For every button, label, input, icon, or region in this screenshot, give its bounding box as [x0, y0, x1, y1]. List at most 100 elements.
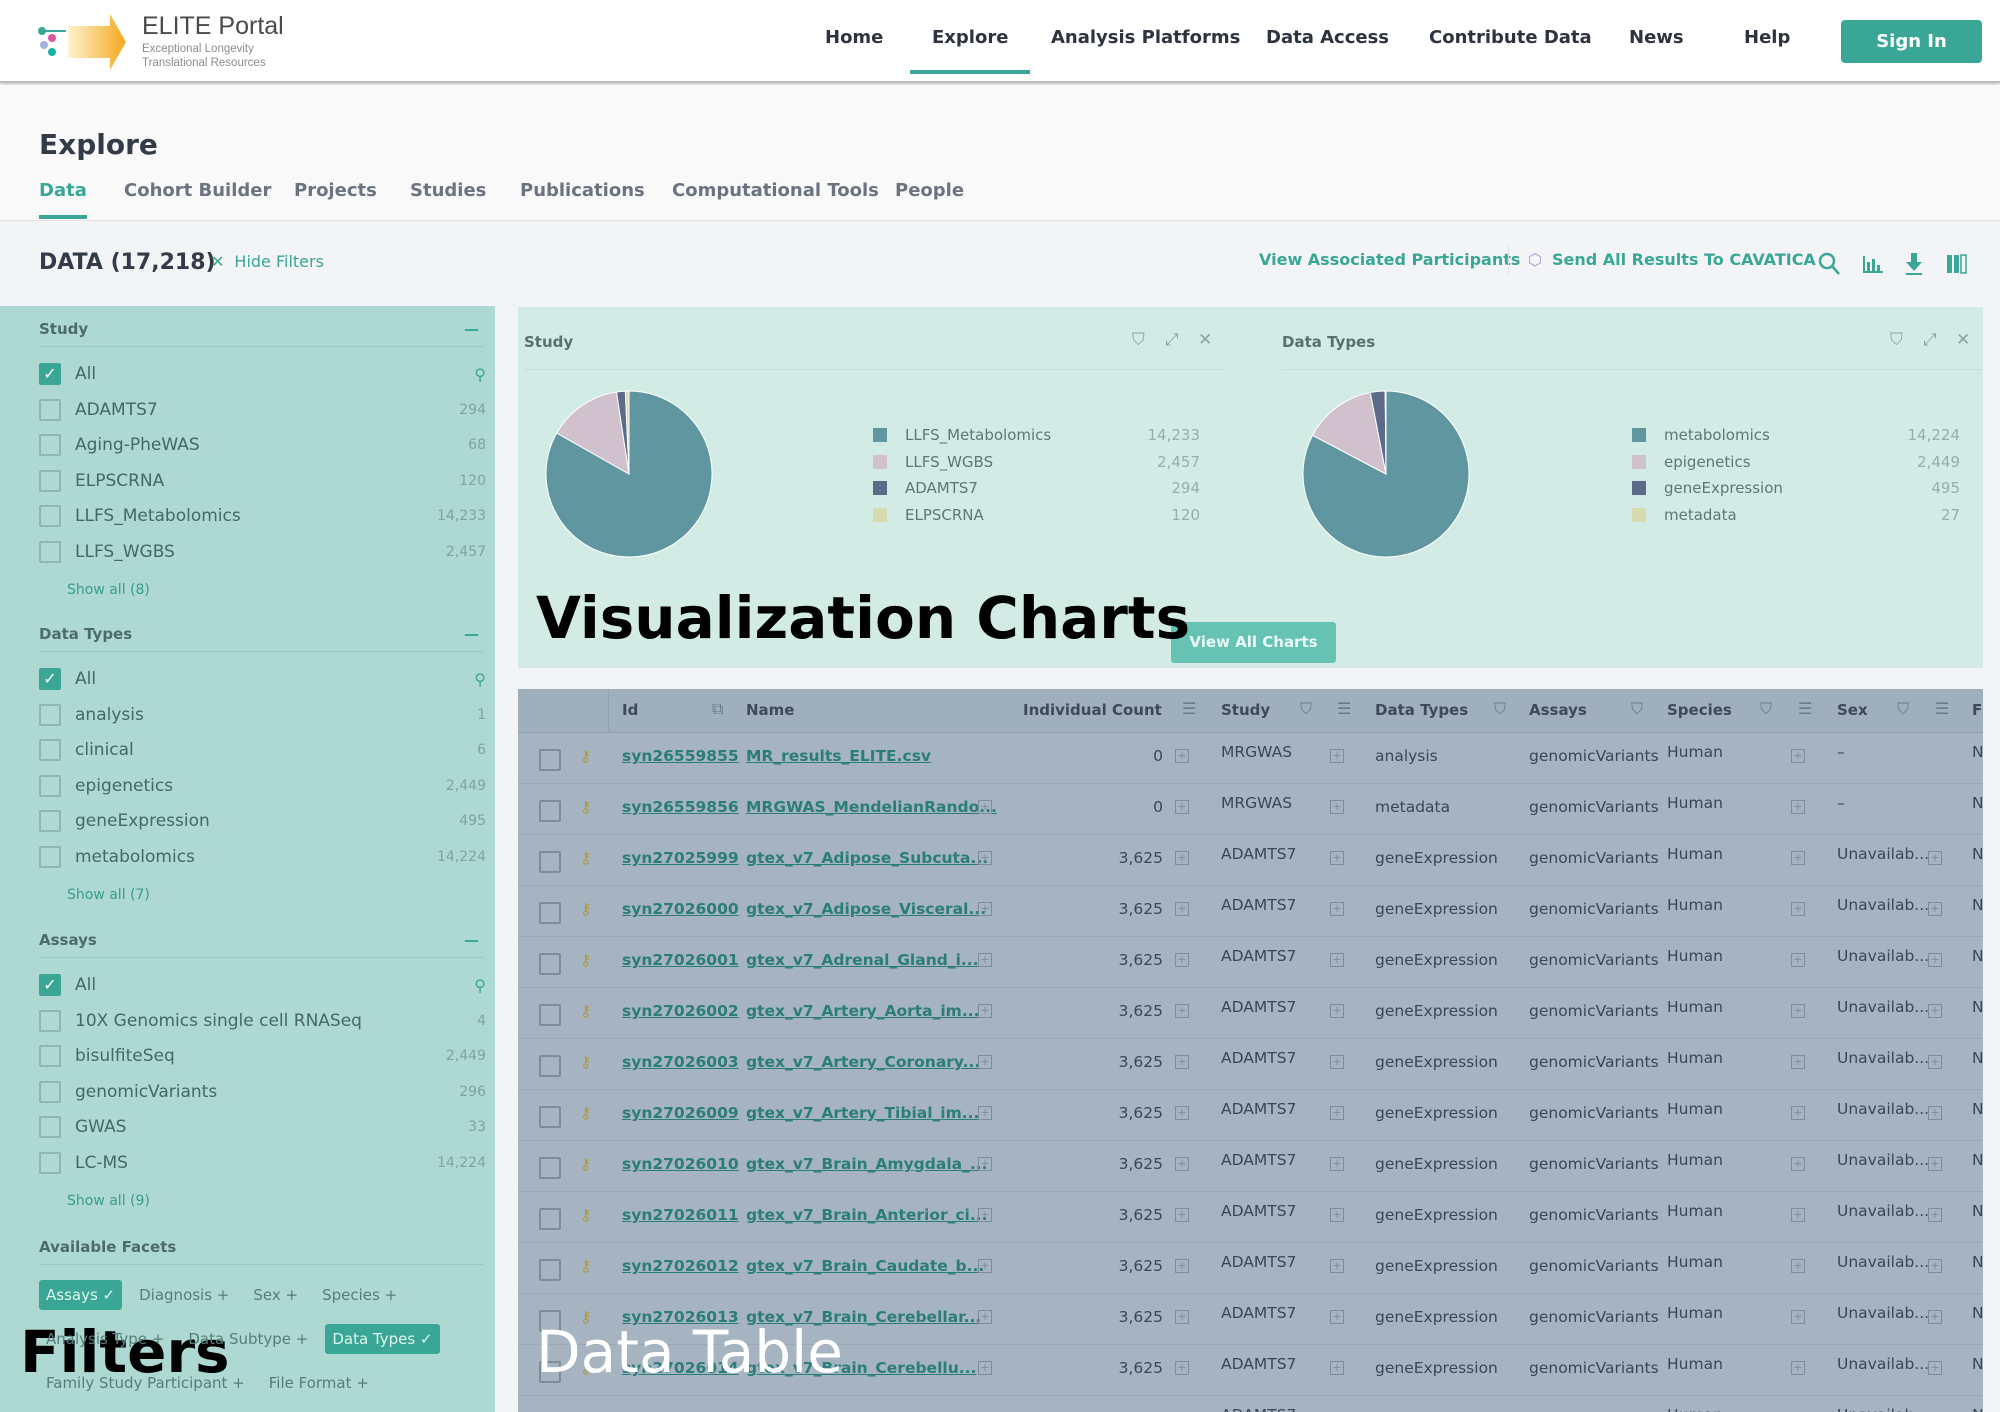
checkbox[interactable]: [39, 469, 61, 492]
file-name-link[interactable]: gtex_v7_Brain_Caudate_b...: [746, 1257, 984, 1275]
search-icon[interactable]: ⚲: [474, 365, 486, 384]
close-icon[interactable]: ✕: [1956, 330, 1970, 350]
column-header-name[interactable]: Name: [746, 701, 794, 719]
row-checkbox[interactable]: [539, 851, 561, 873]
file-name-link[interactable]: gtex_v7_Adipose_Subcuta...: [746, 849, 988, 867]
expand-icon[interactable]: +: [1928, 953, 1942, 967]
file-id-link[interactable]: syn27026003: [622, 1053, 739, 1071]
checkbox[interactable]: [39, 1045, 61, 1068]
file-name-link[interactable]: MRGWAS_MendelianRando...: [746, 798, 997, 816]
column-header-species[interactable]: Species: [1667, 701, 1732, 719]
sort-icon[interactable]: ☰: [1337, 699, 1351, 718]
expand-icon[interactable]: +: [978, 1055, 992, 1069]
file-id-link[interactable]: syn27026011: [622, 1206, 739, 1224]
show-all-link[interactable]: Show all (9): [67, 1193, 150, 1209]
expand-icon[interactable]: +: [1791, 1259, 1805, 1273]
search-icon[interactable]: [1818, 252, 1840, 276]
tab-cohort-builder[interactable]: Cohort Builder: [124, 180, 271, 201]
file-id-link[interactable]: syn27026009: [622, 1104, 739, 1122]
table-row[interactable]: ⚷ syn27025999 gtex_v7_Adipose_Subcuta... +3…: [518, 835, 1983, 886]
checkbox[interactable]: ✓: [39, 363, 61, 385]
expand-icon[interactable]: +: [1175, 1004, 1189, 1018]
filter-option[interactable]: Aging-PheWAS 68: [39, 427, 486, 463]
file-id-link[interactable]: syn26559855: [622, 747, 739, 765]
legend-item[interactable]: epigenetics 2,449: [1632, 453, 1960, 471]
table-row[interactable]: ⚷ syn27026009 gtex_v7_Artery_Tibial_im... +…: [518, 1090, 1983, 1141]
filter-option[interactable]: clinical 6: [39, 732, 486, 768]
nav-home[interactable]: Home: [825, 27, 883, 48]
tab-people[interactable]: People: [895, 180, 964, 201]
expand-icon[interactable]: +: [1928, 1259, 1942, 1273]
nav-news[interactable]: News: [1629, 27, 1684, 48]
facet-chip[interactable]: Data Subtype +: [181, 1324, 315, 1354]
expand-icon[interactable]: +: [1175, 851, 1189, 865]
expand-icon[interactable]: +: [1928, 1310, 1942, 1324]
legend-item[interactable]: metabolomics 14,224: [1632, 426, 1960, 444]
tab-data[interactable]: Data: [39, 180, 87, 219]
checkbox[interactable]: [39, 774, 61, 797]
checkbox[interactable]: [39, 703, 61, 726]
columns-icon[interactable]: [1946, 254, 1968, 274]
row-checkbox[interactable]: [539, 1208, 561, 1230]
file-name-link[interactable]: gtex_v7_Artery_Tibial_im...: [746, 1104, 979, 1122]
copy-icon[interactable]: ⧉: [712, 699, 723, 719]
expand-icon[interactable]: +: [1330, 800, 1344, 814]
facet-chip[interactable]: Analysis Type +: [39, 1324, 171, 1354]
nav-help[interactable]: Help: [1744, 27, 1790, 48]
filter-icon[interactable]: ⛉: [1132, 330, 1145, 350]
file-name-link[interactable]: gtex_v7_Artery_Aorta_im...: [746, 1002, 980, 1020]
tab-studies[interactable]: Studies: [410, 180, 486, 201]
row-checkbox[interactable]: [539, 1106, 561, 1128]
filter-icon[interactable]: ⛉: [1897, 699, 1909, 719]
checkbox[interactable]: [39, 1009, 61, 1032]
expand-icon[interactable]: +: [978, 902, 992, 916]
table-row[interactable]: ⚷ syn27026010 gtex_v7_Brain_Amygdala_... +3…: [518, 1141, 1983, 1192]
filter-option[interactable]: ELPSCRNA 120: [39, 463, 486, 499]
tab-computational-tools[interactable]: Computational Tools: [672, 180, 879, 201]
filter-icon[interactable]: ⛉: [1494, 699, 1506, 719]
expand-icon[interactable]: +: [978, 1004, 992, 1018]
file-id-link[interactable]: syn26559856: [622, 798, 739, 816]
expand-icon[interactable]: +: [1928, 1055, 1942, 1069]
nav-analysis-platforms[interactable]: Analysis Platforms: [1051, 27, 1240, 48]
checkbox[interactable]: [39, 398, 61, 421]
filter-option[interactable]: 10X Genomics single cell RNASeq 4: [39, 1003, 486, 1039]
show-all-link[interactable]: Show all (7): [67, 887, 150, 903]
table-row[interactable]: ⚷ syn27026003 gtex_v7_Artery_Coronary... +3…: [518, 1039, 1983, 1090]
expand-icon[interactable]: +: [1175, 1310, 1189, 1324]
file-id-link[interactable]: syn27026001: [622, 951, 739, 969]
sort-icon[interactable]: ☰: [1798, 699, 1812, 718]
facet-chip[interactable]: Sex +: [246, 1280, 305, 1310]
expand-icon[interactable]: +: [1791, 1361, 1805, 1375]
table-row[interactable]: ⚷ syn27026002 gtex_v7_Artery_Aorta_im... +3…: [518, 988, 1983, 1039]
filter-option[interactable]: epigenetics 2,449: [39, 768, 486, 804]
file-id-link[interactable]: syn27025999: [622, 849, 739, 867]
expand-icon[interactable]: +: [978, 953, 992, 967]
expand-icon[interactable]: +: [1330, 1310, 1344, 1324]
expand-icon[interactable]: +: [1330, 902, 1344, 916]
checkbox[interactable]: ✓: [39, 668, 61, 690]
nav-contribute-data[interactable]: Contribute Data: [1429, 27, 1592, 48]
expand-icon[interactable]: +: [1175, 1157, 1189, 1171]
checkbox[interactable]: [39, 541, 61, 563]
tab-projects[interactable]: Projects: [294, 180, 377, 201]
hide-filters-button[interactable]: ✕ Hide Filters: [211, 252, 324, 271]
filter-option[interactable]: LLFS_WGBS 2,457: [39, 534, 486, 570]
facet-chip[interactable]: Diagnosis +: [132, 1280, 236, 1310]
tab-publications[interactable]: Publications: [520, 180, 645, 201]
filter-option[interactable]: genomicVariants 296: [39, 1074, 486, 1110]
file-id-link[interactable]: syn27026010: [622, 1155, 739, 1173]
expand-icon[interactable]: +: [1330, 953, 1344, 967]
expand-icon[interactable]: +: [1175, 902, 1189, 916]
file-name-link[interactable]: gtex_v7_Adrenal_Gland_i...: [746, 951, 979, 969]
expand-icon[interactable]: +: [1791, 1106, 1805, 1120]
view-all-charts-button[interactable]: View All Charts: [1171, 622, 1336, 663]
expand-icon[interactable]: +: [1175, 1361, 1189, 1375]
filter-option[interactable]: ✓ All ⚲: [39, 967, 486, 1003]
expand-icon[interactable]: ⤢: [1165, 330, 1179, 350]
expand-icon[interactable]: +: [1791, 1004, 1805, 1018]
legend-item[interactable]: ADAMTS7 294: [873, 479, 1200, 497]
file-name-link[interactable]: gtex_v7_Artery_Coronary...: [746, 1053, 980, 1071]
close-icon[interactable]: ✕: [1198, 330, 1212, 350]
row-checkbox[interactable]: [539, 953, 561, 975]
